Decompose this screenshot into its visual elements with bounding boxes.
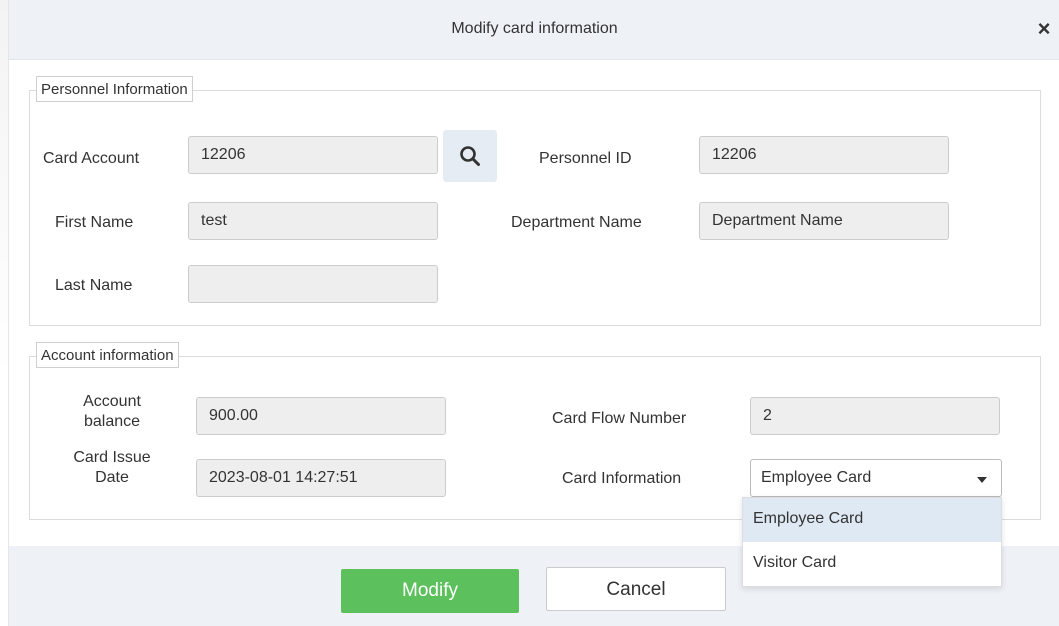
card-flow-number-field[interactable]: 2: [750, 397, 1000, 435]
cancel-button[interactable]: Cancel: [546, 567, 726, 611]
card-information-label: Card Information: [562, 470, 682, 487]
personnel-info-legend: Personnel Information: [36, 76, 193, 102]
dialog-titlebar: Modify card information ×: [9, 0, 1059, 60]
first-name-field[interactable]: test: [188, 202, 438, 240]
close-icon[interactable]: ×: [1032, 16, 1056, 42]
department-name-field[interactable]: Department Name: [699, 202, 949, 240]
card-issue-date-label-line2: Date: [95, 469, 129, 486]
search-button[interactable]: [443, 130, 497, 182]
card-information-dropdown: Employee Card Visitor Card: [742, 497, 1002, 587]
account-balance-label-line2: balance: [83, 413, 141, 430]
personnel-id-field[interactable]: 12206: [699, 136, 949, 174]
page: Modify card information × Personnel Info…: [0, 0, 1059, 626]
last-name-label: Last Name: [55, 277, 133, 294]
card-account-field[interactable]: 12206: [188, 136, 438, 174]
last-name-field[interactable]: [188, 265, 438, 303]
caret-down-icon: [977, 477, 987, 483]
account-balance-label-line1: Account: [83, 393, 141, 410]
dialog-title: Modify card information: [451, 20, 618, 37]
modify-card-dialog: Modify card information × Personnel Info…: [8, 0, 1059, 626]
dropdown-option-visitor-card[interactable]: Visitor Card: [743, 542, 1001, 586]
card-issue-date-label-line1: Card Issue: [73, 449, 151, 466]
card-issue-date-field[interactable]: 2023-08-01 14:27:51: [196, 459, 446, 497]
card-account-label: Card Account: [43, 150, 140, 167]
first-name-label: First Name: [55, 214, 134, 231]
personnel-id-label: Personnel ID: [539, 150, 632, 167]
dropdown-option-employee-card[interactable]: Employee Card: [743, 498, 1001, 542]
search-icon: [460, 146, 480, 166]
card-flow-number-label: Card Flow Number: [552, 410, 687, 427]
account-balance-field[interactable]: 900.00: [196, 397, 446, 435]
card-issue-date-label: Card Issue Date: [65, 448, 159, 488]
card-information-selected: Employee Card: [761, 469, 872, 486]
account-balance-label: Account balance: [65, 392, 159, 432]
card-information-select[interactable]: Employee Card: [750, 459, 1002, 497]
account-info-legend: Account information: [36, 342, 179, 368]
department-name-label: Department Name: [511, 214, 642, 231]
modify-button[interactable]: Modify: [341, 569, 519, 613]
